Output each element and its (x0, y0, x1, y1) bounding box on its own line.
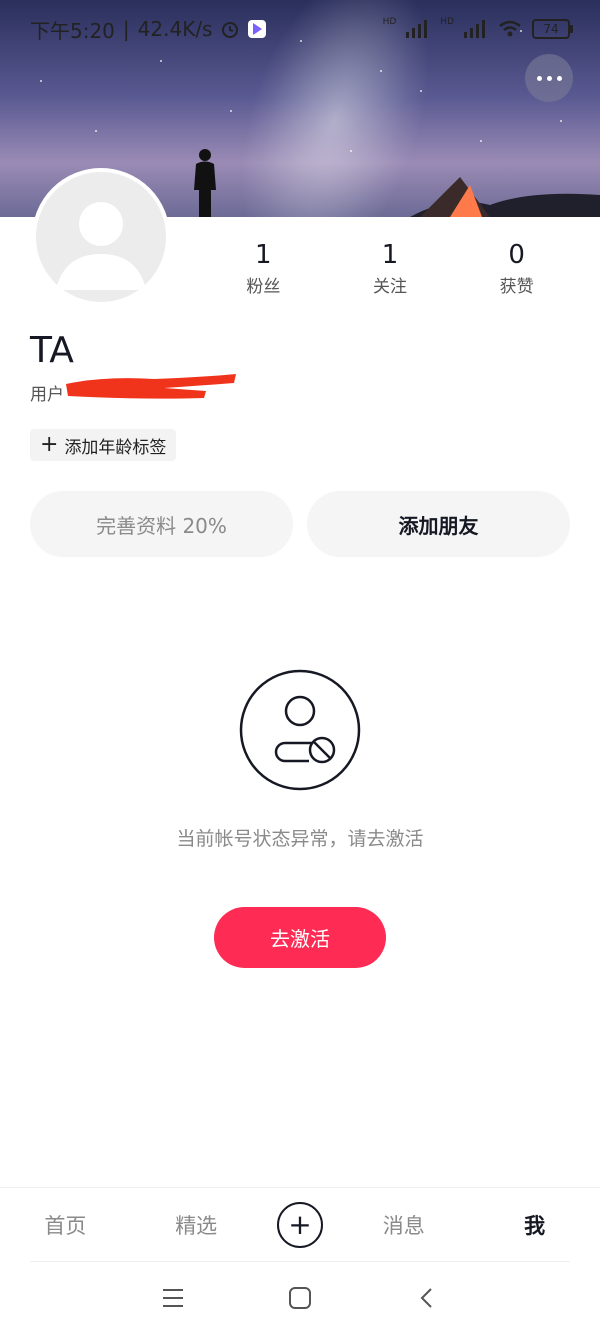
following-label: 关注 (372, 277, 407, 297)
home-square-icon[interactable] (288, 1286, 312, 1310)
more-dot-icon (546, 75, 552, 81)
system-nav-bar (0, 1263, 600, 1333)
redaction-mark (66, 374, 236, 399)
hd-label-2: HD (440, 17, 454, 27)
tab-featured[interactable]: 精选 (146, 1210, 246, 1240)
stat-likes[interactable]: 0 获赞 (462, 240, 572, 297)
tab-me[interactable]: 我 (485, 1210, 585, 1240)
wifi-icon (499, 20, 521, 37)
network-speed: 42.4K/s (137, 17, 213, 41)
profile-actions: 完善资料 20% 添加朋友 (30, 491, 570, 557)
stat-followers[interactable]: 1 粉丝 (208, 240, 318, 297)
likes-count: 0 (508, 240, 525, 270)
menu-icon[interactable] (161, 1287, 185, 1309)
profile-stats: 1 粉丝 1 关注 0 获赞 (200, 240, 580, 297)
tent-hill (410, 177, 600, 217)
more-dot-icon (536, 75, 542, 81)
tab-messages[interactable]: 消息 (354, 1210, 454, 1240)
status-bar: 下午5:20 | 42.4K/s HD HD 74 (0, 0, 600, 58)
more-options-button[interactable] (525, 54, 573, 102)
tab-home[interactable]: 首页 (15, 1210, 115, 1240)
create-plus-button[interactable]: + (276, 1201, 323, 1248)
silhouette-person (194, 149, 216, 217)
age-tag-label: 添加年龄标签 (64, 437, 167, 458)
complete-profile-button[interactable]: 完善资料 20% (30, 491, 293, 557)
followers-count: 1 (255, 240, 272, 270)
stat-following[interactable]: 1 关注 (335, 240, 445, 297)
user-blocked-icon (239, 669, 361, 791)
activate-button[interactable]: 去激活 (214, 907, 386, 968)
followers-label: 粉丝 (246, 277, 281, 297)
plus-icon: + (40, 432, 59, 457)
battery-level: 74 (543, 22, 559, 36)
user-id: 用户 (30, 385, 64, 405)
avatar[interactable] (32, 168, 170, 306)
status-separator: | (122, 17, 130, 41)
signal-icon-2 (464, 20, 485, 38)
default-avatar-icon (56, 202, 146, 290)
add-age-tag-button[interactable]: + 添加年龄标签 (30, 429, 177, 461)
account-status-message: 当前帐号状态异常，请去激活 (176, 828, 424, 850)
hd-label-1: HD (382, 17, 397, 27)
alarm-icon (222, 22, 239, 38)
more-dot-icon (556, 75, 562, 81)
status-time: 下午5:20 (30, 18, 115, 43)
battery-indicator: 74 (532, 19, 573, 39)
plus-icon: + (288, 1208, 312, 1241)
following-count: 1 (381, 240, 399, 270)
bottom-tab-bar: 首页 精选 + 消息 我 (0, 1187, 600, 1261)
add-friend-button[interactable]: 添加朋友 (307, 491, 570, 557)
nav-divider (30, 1261, 570, 1262)
signal-icon (406, 20, 428, 38)
back-chevron-icon[interactable] (415, 1286, 439, 1310)
play-store-icon (248, 20, 267, 38)
likes-label: 获赞 (499, 277, 534, 297)
profile-name: TA (30, 330, 74, 371)
